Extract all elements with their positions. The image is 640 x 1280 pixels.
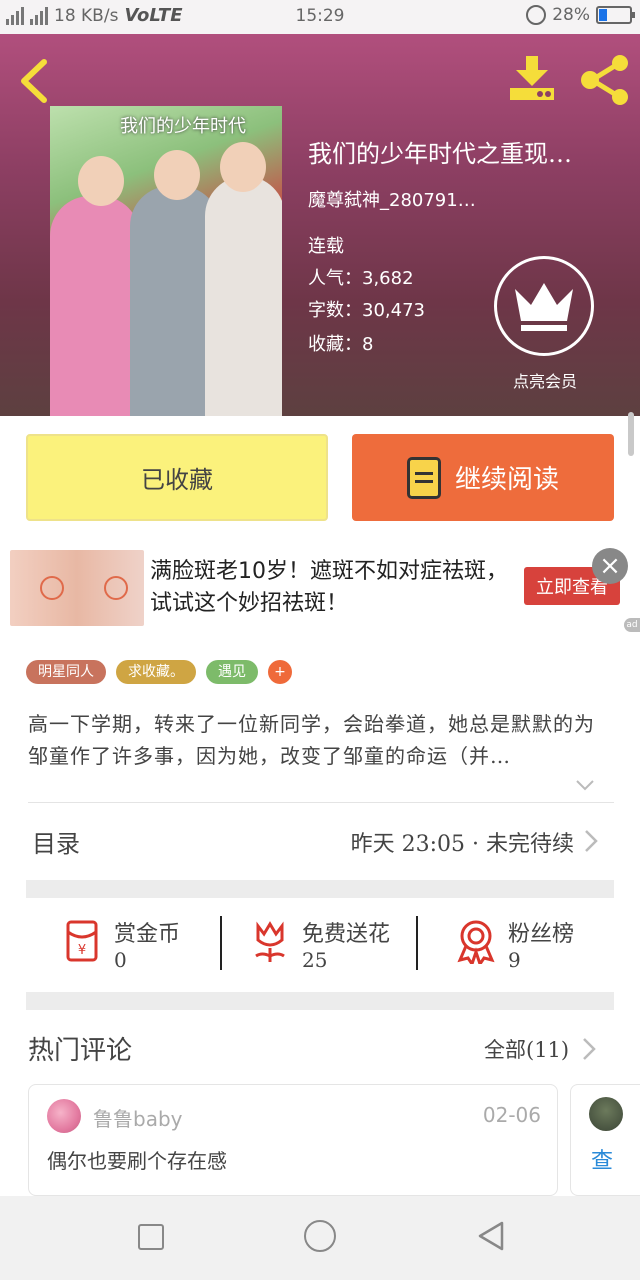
comment-date: 02-06 (482, 1103, 541, 1127)
book-description[interactable]: 高一下学期，转来了一位新同学，会跆拳道，她总是默默的为邹童作了许多事，因为她，改… (28, 708, 608, 772)
stat-value: 0 (114, 948, 127, 972)
cover-figure-head (154, 150, 200, 200)
book-header: 我们的少年时代 我们的少年时代之重现… 魔尊弑神_280791… 连载 人气：3… (0, 34, 640, 416)
ad-text: 满脸斑老10岁！遮斑不如对症祛斑，试试这个妙招祛斑！ (150, 559, 508, 616)
fan-ranking-button[interactable]: 粉丝榜 9 (454, 916, 610, 976)
divider (28, 802, 614, 803)
cover-figure (205, 176, 282, 416)
comment-more-link[interactable]: 查 (591, 1143, 613, 1175)
send-flower-button[interactable]: 免费送花 25 (248, 916, 418, 976)
book-status: 连载 (308, 236, 344, 257)
cover-title: 我们的少年时代 (120, 116, 246, 137)
chevron-right-icon (585, 830, 598, 852)
comment-text: 偶尔也要刷个存在感 (47, 1149, 227, 1173)
book-cover[interactable]: 我们的少年时代 (50, 106, 282, 416)
chevron-down-icon[interactable] (574, 774, 596, 796)
continue-reading-button[interactable]: 继续阅读 (352, 434, 614, 521)
rotation-lock-icon (526, 5, 547, 25)
stat-separator (220, 916, 222, 970)
comment-username[interactable]: 鲁鲁baby (93, 1103, 182, 1132)
catalog-update-status: 昨天 23:05 · 未完待续 (350, 832, 574, 857)
svg-text:¥: ¥ (78, 943, 86, 958)
red-envelope-icon: ¥ (66, 920, 98, 962)
home-button[interactable] (304, 1220, 336, 1252)
share-icon (581, 55, 628, 105)
vip-label: 点亮会员 (512, 372, 577, 391)
catalog-label: 目录 (32, 830, 80, 858)
avatar[interactable] (47, 1099, 81, 1133)
battery-percent: 28% (552, 5, 590, 25)
download-button[interactable] (506, 54, 558, 102)
back-button[interactable] (14, 56, 58, 106)
back-triangle-icon[interactable] (476, 1220, 506, 1252)
continue-reading-label: 继续阅读 (454, 465, 559, 495)
stat-name: 免费送花 (302, 922, 391, 947)
ad-mark-icon: ad (624, 618, 640, 632)
system-nav-bar (0, 1196, 640, 1280)
battery-icon (596, 6, 635, 24)
scrollbar[interactable] (628, 412, 634, 456)
comment-card[interactable]: 查 (570, 1084, 640, 1196)
flower-icon (255, 921, 285, 962)
vip-button[interactable] (494, 256, 594, 356)
hot-comments-title: 热门评论 (28, 1036, 133, 1066)
tag[interactable]: 明星同人 (26, 660, 106, 684)
medal-icon (457, 920, 495, 964)
battery-fill (599, 9, 607, 21)
section-gap (26, 880, 614, 898)
reward-coins-button[interactable]: ¥ 赏金币 0 (60, 916, 220, 976)
book-title: 我们的少年时代之重现… (308, 140, 572, 168)
stat-value: 25 (302, 948, 328, 972)
book-word-count: 字数：30,473 (308, 300, 425, 321)
tag-list: 明星同人 求收藏。 遇见 + (26, 660, 292, 684)
book-favorites: 收藏：8 (308, 334, 374, 355)
status-right: 28% (526, 5, 635, 25)
tag[interactable]: 遇见 (206, 660, 258, 684)
collected-button[interactable]: 已收藏 (26, 434, 328, 521)
stat-separator (416, 916, 418, 970)
book-author[interactable]: 魔尊弑神_280791… (308, 186, 476, 212)
chevron-left-icon (21, 59, 47, 103)
stat-name: 粉丝榜 (508, 922, 575, 947)
ad-close-button[interactable]: × (592, 548, 628, 584)
avatar[interactable] (589, 1097, 623, 1131)
recent-apps-button[interactable] (138, 1224, 164, 1250)
book-popularity: 人气：3,682 (308, 268, 414, 289)
status-bar: 18 KB/s VoLTE 15:29 28% (0, 0, 640, 34)
catalog-row[interactable]: 目录 昨天 23:05 · 未完待续 (28, 808, 614, 872)
cover-figure (50, 196, 140, 416)
ad-image (10, 550, 144, 626)
chevron-right-icon[interactable] (580, 1036, 598, 1062)
cover-figure-head (220, 142, 266, 192)
download-icon (510, 56, 554, 100)
crown-icon (515, 283, 573, 331)
book-icon (406, 456, 441, 499)
tag[interactable]: 求收藏。 (116, 660, 196, 684)
comment-card[interactable]: 鲁鲁baby 02-06 偶尔也要刷个存在感 (28, 1084, 558, 1196)
stat-name: 赏金币 (114, 922, 181, 947)
share-button[interactable] (580, 54, 630, 106)
all-comments-link[interactable]: 全部(11) (484, 1034, 569, 1064)
add-tag-button[interactable]: + (268, 660, 292, 684)
cover-figure-head (78, 156, 124, 206)
stats-row: ¥ 赏金币 0 免费送花 25 粉丝榜 9 (26, 898, 614, 990)
section-gap (26, 992, 614, 1010)
stat-value: 9 (508, 948, 521, 972)
